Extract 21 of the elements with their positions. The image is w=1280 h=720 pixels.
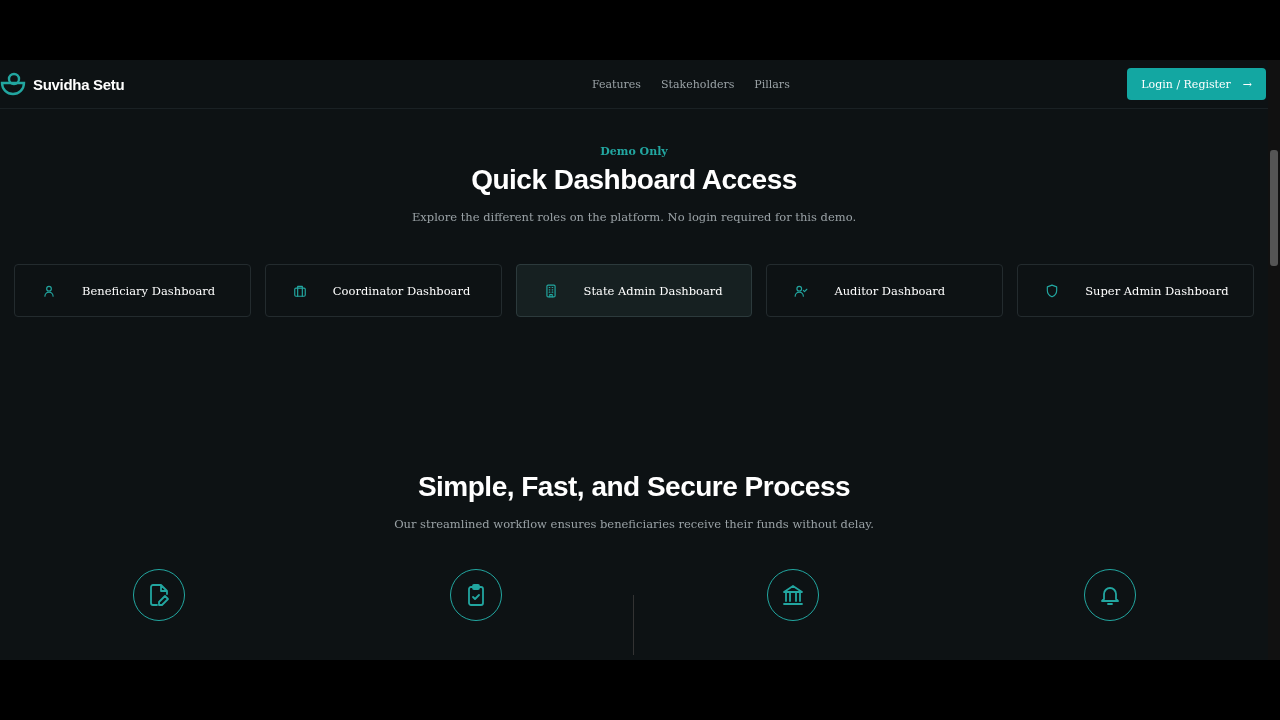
building-icon — [543, 283, 558, 298]
eyebrow-label: Demo Only — [600, 145, 668, 158]
dashboard-card[interactable]: Auditor Dashboard — [766, 264, 1004, 317]
user-check-icon — [794, 283, 809, 298]
logo-icon — [0, 71, 26, 97]
dashboard-card[interactable]: State Admin Dashboard — [515, 264, 753, 317]
nav-link[interactable]: Stakeholders — [661, 77, 735, 91]
section-subtitle: Explore the different roles on the platform. No login required for this demo. — [411, 210, 857, 224]
nav-link[interactable]: Pillars — [754, 77, 790, 91]
briefcase-icon — [292, 283, 307, 298]
section-heading: Quick Dashboard Access — [471, 164, 797, 196]
dashboard-card[interactable]: Super Admin Dashboard — [1017, 264, 1254, 317]
shield-icon — [1045, 283, 1060, 298]
dashboard-card[interactable]: Coordinator Dashboard — [264, 264, 502, 317]
nav-link[interactable]: Features — [591, 77, 641, 91]
brand-name[interactable]: Suvidha Setu — [33, 75, 125, 93]
user-icon — [42, 283, 56, 298]
section-heading: Simple, Fast, and Secure Process — [417, 471, 851, 503]
scrollbar-thumb[interactable] — [1270, 150, 1278, 266]
dashboard-card[interactable]: Beneficiary Dashboard — [14, 264, 251, 317]
section-subtitle: Our streamlined workflow ensures beneficiaries receive their funds without delay. — [394, 517, 874, 531]
